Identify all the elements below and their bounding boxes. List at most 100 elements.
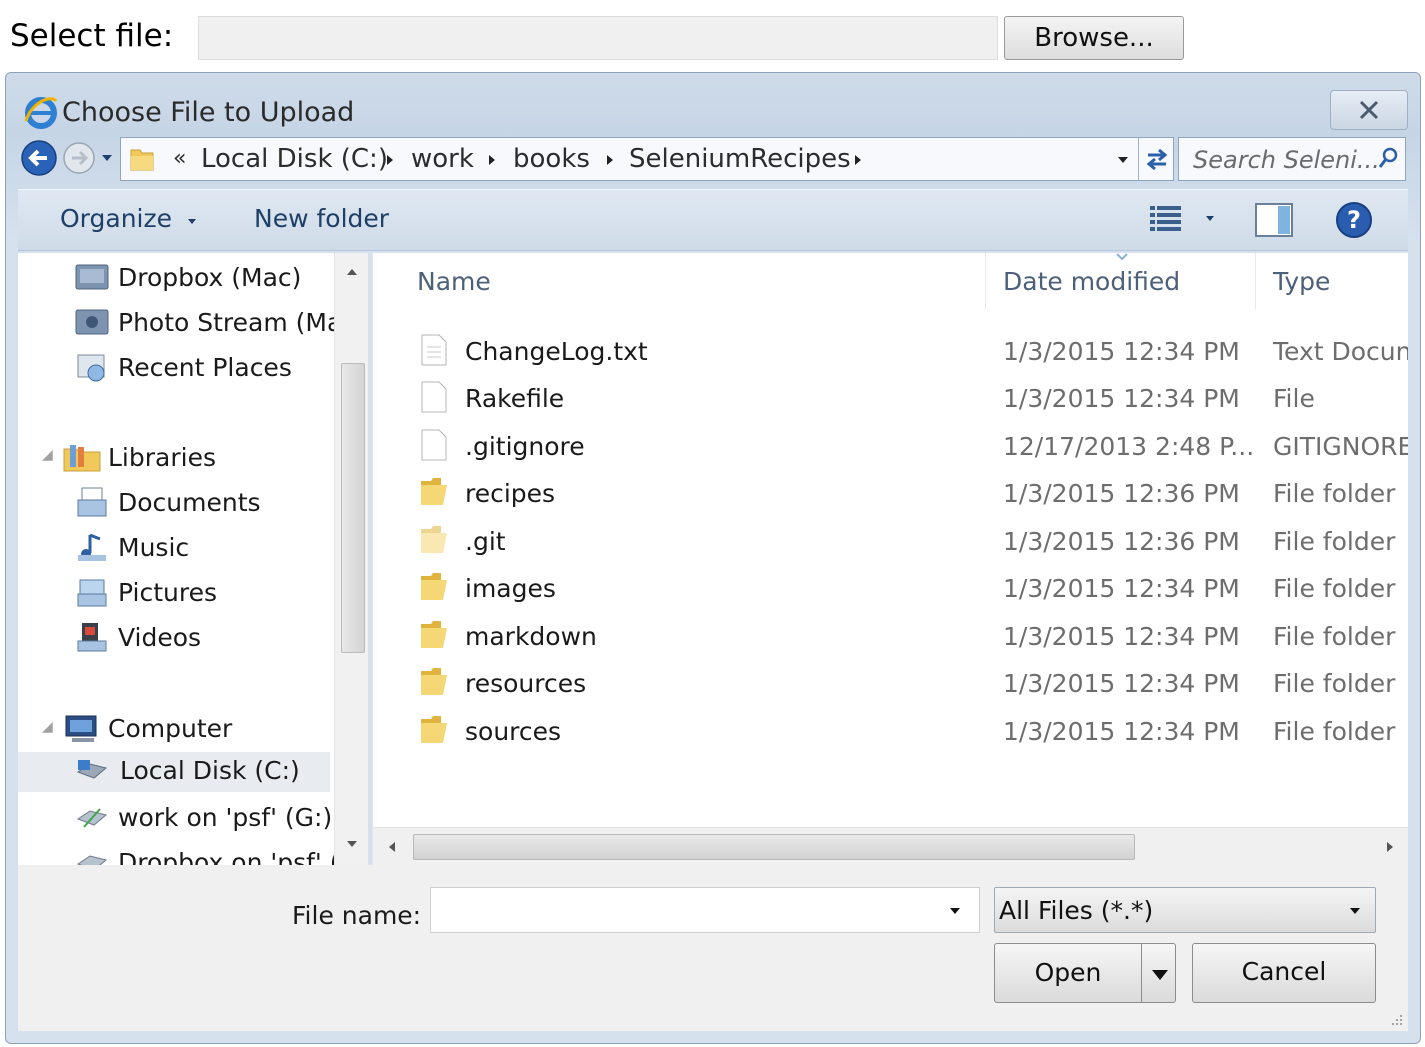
file-type: File folder <box>1273 527 1396 556</box>
nav-item-label: Computer <box>108 714 233 743</box>
music-icon <box>78 533 106 561</box>
file-date: 1/3/2015 12:36 PM <box>1003 479 1240 508</box>
crumb-seleniumrecipes[interactable]: SeleniumRecipes <box>629 144 851 174</box>
address-overflow[interactable]: « <box>173 146 186 171</box>
file-icon <box>421 429 447 461</box>
column-header-name[interactable]: Name <box>417 267 491 296</box>
file-row[interactable]: images 1/3/2015 12:34 PM File folder <box>373 566 1408 612</box>
file-name: resources <box>465 669 587 698</box>
chevron-right-icon[interactable] <box>385 154 395 166</box>
nav-item-label: Videos <box>118 623 202 652</box>
file-row[interactable]: .gitignore 12/17/2013 2:48 P... GITIGNOR… <box>373 424 1408 470</box>
expand-arrow-icon[interactable]: ◢ <box>42 719 53 735</box>
chevron-down-icon <box>187 219 196 224</box>
search-placeholder: Search Seleni... <box>1193 146 1380 174</box>
scroll-up-arrow-icon[interactable] <box>346 267 358 277</box>
open-button-label: Open <box>1034 958 1102 987</box>
open-options-dropdown-icon[interactable] <box>1151 968 1169 982</box>
help-icon[interactable]: ? <box>1334 200 1374 240</box>
file-date: 1/3/2015 12:34 PM <box>1003 717 1240 746</box>
file-row[interactable]: Rakefile 1/3/2015 12:34 PM File <box>373 376 1408 422</box>
file-name: .git <box>465 527 506 556</box>
back-arrow-icon[interactable] <box>20 139 58 177</box>
select-file-input[interactable] <box>198 16 998 60</box>
folder-icon <box>421 478 447 505</box>
view-options-dropdown-icon[interactable] <box>1204 214 1216 224</box>
organize-menu[interactable]: Organize <box>60 204 198 233</box>
resize-grip-icon[interactable] <box>1390 1013 1404 1027</box>
search-box[interactable]: Search Seleni... <box>1178 137 1406 181</box>
forward-arrow-icon[interactable] <box>62 141 96 175</box>
horizontal-scroll-thumb[interactable] <box>413 834 1135 860</box>
open-button[interactable]: Open <box>994 943 1176 1003</box>
preview-pane-icon[interactable] <box>1254 202 1294 238</box>
folder-icon <box>421 621 447 648</box>
file-type: File folder <box>1273 669 1396 698</box>
chevron-right-icon[interactable] <box>605 154 615 166</box>
view-details-icon[interactable] <box>1146 200 1186 240</box>
file-name: recipes <box>465 479 556 508</box>
file-name-label: File name: <box>292 901 422 930</box>
file-name: markdown <box>465 622 597 651</box>
new-folder-button[interactable]: New folder <box>254 204 389 233</box>
network-drive-icon <box>76 808 108 828</box>
libraries-icon <box>63 445 101 472</box>
file-row[interactable]: recipes 1/3/2015 12:36 PM File folder <box>373 471 1408 517</box>
nav-scrollbar[interactable] <box>334 253 368 865</box>
nav-item-label: Photo Stream (Ma <box>118 308 343 337</box>
local-disk-icon <box>76 760 108 779</box>
file-type: File <box>1273 384 1315 413</box>
expand-arrow-icon[interactable]: ◢ <box>42 447 53 463</box>
file-name: images <box>465 574 556 603</box>
address-dropdown-icon[interactable] <box>1117 155 1129 165</box>
photo-stream-icon <box>75 309 109 335</box>
chevron-down-icon[interactable] <box>949 906 961 916</box>
crumb-work[interactable]: work <box>411 144 474 174</box>
file-date: 1/3/2015 12:34 PM <box>1003 669 1240 698</box>
file-type-filter-value: All Files (*.*) <box>999 896 1154 925</box>
close-button[interactable] <box>1330 90 1408 130</box>
file-type: GITIGNORE <box>1273 432 1408 461</box>
file-name: ChangeLog.txt <box>465 337 648 366</box>
videos-icon <box>77 623 107 652</box>
address-bar[interactable]: « Local Disk (C:) work books SeleniumRec… <box>120 137 1174 181</box>
file-list: Name Date modified Type ChangeLog.txt 1/… <box>372 253 1408 865</box>
crumb-books[interactable]: books <box>513 144 590 174</box>
file-row[interactable]: sources 1/3/2015 12:34 PM File folder <box>373 709 1408 755</box>
file-row[interactable]: ChangeLog.txt 1/3/2015 12:34 PM Text Doc… <box>373 329 1408 375</box>
scroll-down-arrow-icon[interactable] <box>346 839 358 849</box>
file-row[interactable]: resources 1/3/2015 12:34 PM File folder <box>373 661 1408 707</box>
select-file-label: Select file: <box>10 18 174 54</box>
file-date: 1/3/2015 12:34 PM <box>1003 384 1240 413</box>
scroll-right-arrow-icon[interactable] <box>1385 841 1395 853</box>
close-icon <box>1359 100 1379 120</box>
file-row[interactable]: markdown 1/3/2015 12:34 PM File folder <box>373 614 1408 660</box>
network-drive-icon <box>76 855 108 865</box>
computer-icon <box>65 715 97 742</box>
horizontal-scrollbar[interactable] <box>373 827 1408 865</box>
nav-item-label: Libraries <box>108 443 216 472</box>
file-date: 12/17/2013 2:48 P... <box>1003 432 1255 461</box>
cancel-button[interactable]: Cancel <box>1192 943 1376 1003</box>
sort-indicator-icon <box>1116 253 1128 261</box>
folder-icon <box>421 668 447 695</box>
file-name-input[interactable] <box>430 887 980 933</box>
nav-item-local-disk[interactable]: Local Disk (C:) <box>18 752 330 792</box>
column-header-type[interactable]: Type <box>1273 267 1330 296</box>
chevron-right-icon[interactable] <box>853 154 863 166</box>
file-row[interactable]: .git 1/3/2015 12:36 PM File folder <box>373 519 1408 565</box>
crumb-local-disk[interactable]: Local Disk (C:) <box>201 144 388 174</box>
scroll-left-arrow-icon[interactable] <box>387 841 397 853</box>
nav-item-label: Documents <box>118 488 261 517</box>
nav-item-label: Dropbox on 'psf' ( <box>118 848 340 865</box>
browse-button[interactable]: Browse... <box>1004 16 1184 60</box>
folder-icon <box>421 716 447 743</box>
recent-locations-dropdown-icon[interactable] <box>100 153 114 163</box>
refresh-button[interactable] <box>1138 138 1174 180</box>
file-type-filter[interactable]: All Files (*.*) <box>994 887 1376 933</box>
search-icon[interactable] <box>1377 146 1399 170</box>
nav-item-label: Music <box>118 533 190 562</box>
column-header-date-modified[interactable]: Date modified <box>1003 267 1180 296</box>
chevron-right-icon[interactable] <box>487 154 497 166</box>
nav-scroll-thumb[interactable] <box>341 363 365 653</box>
